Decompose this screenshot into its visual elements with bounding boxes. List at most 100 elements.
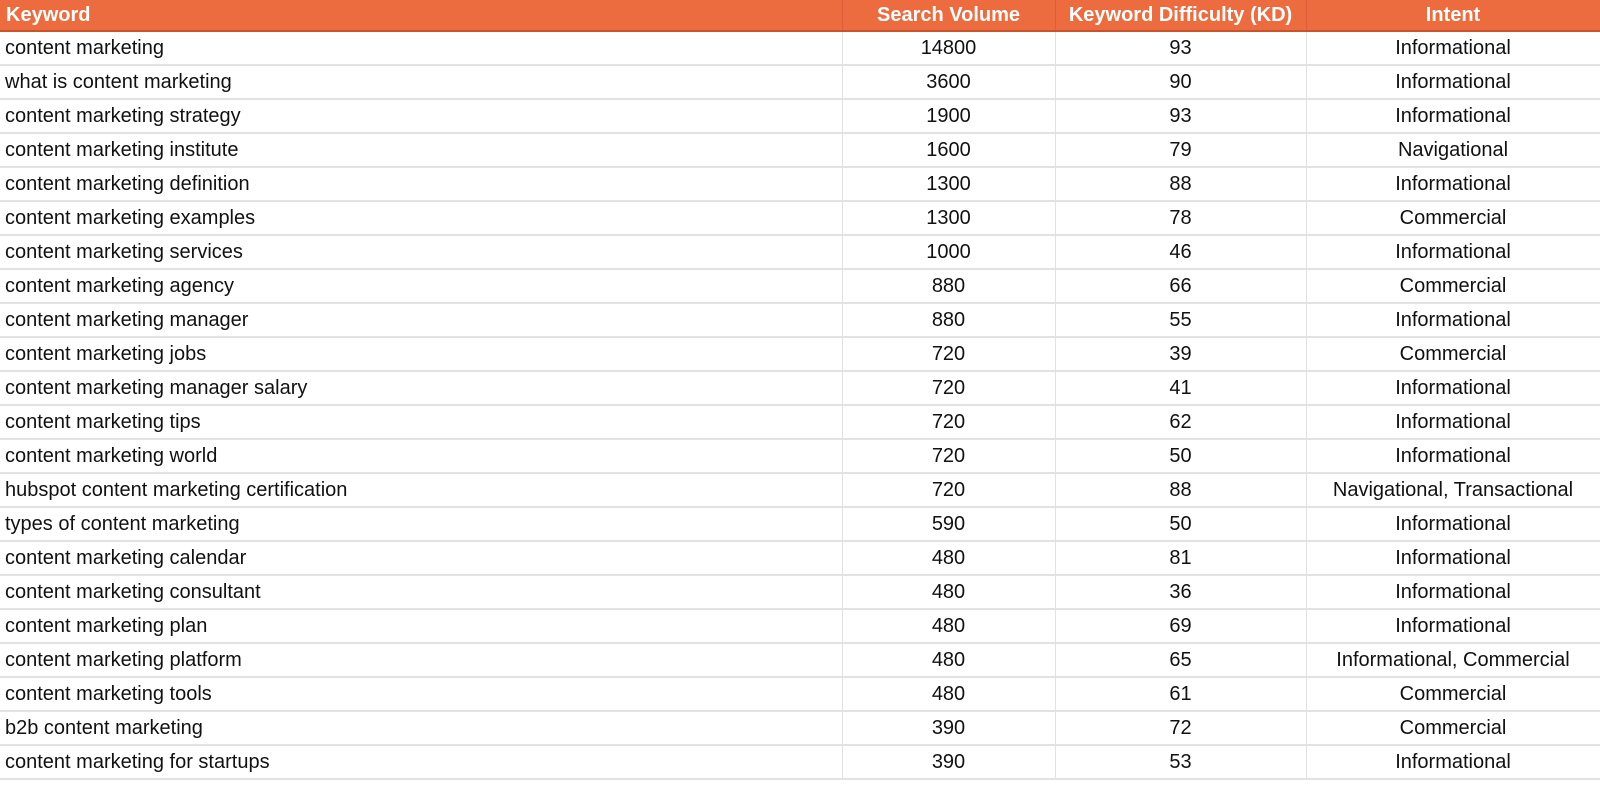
cell-keyword[interactable]: content marketing definition [0,167,843,202]
header-search-volume[interactable]: Search Volume [842,0,1056,32]
cell-keyword-difficulty[interactable]: 72 [1055,711,1307,746]
header-keyword[interactable]: Keyword [0,0,843,32]
cell-keyword[interactable]: content marketing manager [0,303,843,338]
cell-intent[interactable]: Informational [1306,609,1600,644]
cell-keyword-difficulty[interactable]: 93 [1055,99,1307,134]
table-row: content marketing manager 880 55 Informatio… [0,303,1600,338]
cell-keyword[interactable]: content marketing calendar [0,541,843,576]
cell-keyword-difficulty[interactable]: 61 [1055,677,1307,712]
cell-keyword-difficulty[interactable]: 36 [1055,575,1307,610]
cell-search-volume[interactable]: 590 [842,507,1056,542]
cell-search-volume[interactable]: 720 [842,473,1056,508]
cell-intent[interactable]: Navigational [1306,133,1600,168]
cell-keyword[interactable]: types of content marketing [0,507,843,542]
cell-keyword[interactable]: content marketing jobs [0,337,843,372]
cell-search-volume[interactable]: 480 [842,541,1056,576]
cell-intent[interactable]: Informational [1306,575,1600,610]
cell-intent[interactable]: Informational [1306,507,1600,542]
cell-intent[interactable]: Informational [1306,167,1600,202]
cell-search-volume[interactable]: 390 [842,711,1056,746]
cell-search-volume[interactable]: 1000 [842,235,1056,270]
cell-search-volume[interactable]: 1600 [842,133,1056,168]
cell-keyword-difficulty[interactable]: 53 [1055,745,1307,780]
cell-search-volume[interactable]: 880 [842,269,1056,304]
cell-intent[interactable]: Informational [1306,371,1600,406]
cell-intent[interactable]: Informational [1306,439,1600,474]
cell-keyword[interactable]: what is content marketing [0,65,843,100]
cell-keyword[interactable]: content marketing institute [0,133,843,168]
header-intent[interactable]: Intent [1306,0,1600,32]
cell-intent[interactable]: Informational [1306,235,1600,270]
cell-intent[interactable]: Navigational, Transactional [1306,473,1600,508]
cell-intent[interactable]: Informational [1306,541,1600,576]
cell-intent[interactable]: Commercial [1306,711,1600,746]
cell-keyword-difficulty[interactable]: 55 [1055,303,1307,338]
cell-keyword[interactable]: content marketing tips [0,405,843,440]
header-row: Keyword Search Volume Keyword Difficulty… [0,0,1600,32]
cell-search-volume[interactable]: 390 [842,745,1056,780]
cell-search-volume[interactable]: 720 [842,439,1056,474]
cell-keyword-difficulty[interactable]: 90 [1055,65,1307,100]
cell-keyword[interactable]: content marketing for startups [0,745,843,780]
cell-search-volume[interactable]: 480 [842,575,1056,610]
cell-keyword-difficulty[interactable]: 65 [1055,643,1307,678]
cell-search-volume[interactable]: 1300 [842,167,1056,202]
cell-search-volume[interactable]: 1900 [842,99,1056,134]
cell-keyword[interactable]: content marketing world [0,439,843,474]
cell-intent[interactable]: Informational [1306,745,1600,780]
table-row: content marketing services 1000 46 Informat… [0,235,1600,270]
cell-keyword[interactable]: content marketing tools [0,677,843,712]
cell-keyword[interactable]: content marketing strategy [0,99,843,134]
cell-intent[interactable]: Commercial [1306,677,1600,712]
cell-intent[interactable]: Commercial [1306,201,1600,236]
table-row: content marketing manager salary 720 41 Inf… [0,371,1600,406]
cell-keyword[interactable]: b2b content marketing [0,711,843,746]
table-row: content marketing for startups 390 53 Infor… [0,745,1600,780]
cell-keyword-difficulty[interactable]: 69 [1055,609,1307,644]
cell-keyword-difficulty[interactable]: 46 [1055,235,1307,270]
cell-search-volume[interactable]: 480 [842,643,1056,678]
cell-intent[interactable]: Informational [1306,65,1600,100]
cell-keyword-difficulty[interactable]: 50 [1055,439,1307,474]
cell-search-volume[interactable]: 720 [842,337,1056,372]
cell-intent[interactable]: Commercial [1306,269,1600,304]
cell-keyword-difficulty[interactable]: 88 [1055,473,1307,508]
cell-keyword-difficulty[interactable]: 78 [1055,201,1307,236]
cell-keyword-difficulty[interactable]: 62 [1055,405,1307,440]
cell-keyword-difficulty[interactable]: 39 [1055,337,1307,372]
table-row: content marketing 14800 93 Informational [0,31,1600,66]
cell-keyword-difficulty[interactable]: 79 [1055,133,1307,168]
table-row: types of content marketing 590 50 Informati… [0,507,1600,542]
cell-keyword-difficulty[interactable]: 81 [1055,541,1307,576]
cell-search-volume[interactable]: 480 [842,609,1056,644]
cell-keyword-difficulty[interactable]: 93 [1055,31,1307,66]
cell-keyword[interactable]: content marketing consultant [0,575,843,610]
cell-search-volume[interactable]: 3600 [842,65,1056,100]
cell-keyword[interactable]: content marketing services [0,235,843,270]
cell-intent[interactable]: Commercial [1306,337,1600,372]
cell-intent[interactable]: Informational [1306,405,1600,440]
cell-search-volume[interactable]: 14800 [842,31,1056,66]
cell-keyword[interactable]: content marketing platform [0,643,843,678]
cell-search-volume[interactable]: 1300 [842,201,1056,236]
header-keyword-difficulty[interactable]: Keyword Difficulty (KD) [1055,0,1307,32]
cell-intent[interactable]: Informational, Commercial [1306,643,1600,678]
cell-keyword[interactable]: content marketing plan [0,609,843,644]
cell-intent[interactable]: Informational [1306,31,1600,66]
cell-keyword-difficulty[interactable]: 88 [1055,167,1307,202]
cell-search-volume[interactable]: 720 [842,371,1056,406]
cell-search-volume[interactable]: 880 [842,303,1056,338]
cell-keyword[interactable]: content marketing manager salary [0,371,843,406]
cell-search-volume[interactable]: 720 [842,405,1056,440]
table-row: content marketing tools 480 61 Commercial [0,677,1600,712]
cell-keyword[interactable]: content marketing agency [0,269,843,304]
cell-keyword[interactable]: hubspot content marketing certification [0,473,843,508]
cell-intent[interactable]: Informational [1306,99,1600,134]
cell-keyword-difficulty[interactable]: 41 [1055,371,1307,406]
cell-keyword[interactable]: content marketing [0,31,843,66]
cell-keyword[interactable]: content marketing examples [0,201,843,236]
cell-keyword-difficulty[interactable]: 50 [1055,507,1307,542]
cell-keyword-difficulty[interactable]: 66 [1055,269,1307,304]
cell-intent[interactable]: Informational [1306,303,1600,338]
cell-search-volume[interactable]: 480 [842,677,1056,712]
